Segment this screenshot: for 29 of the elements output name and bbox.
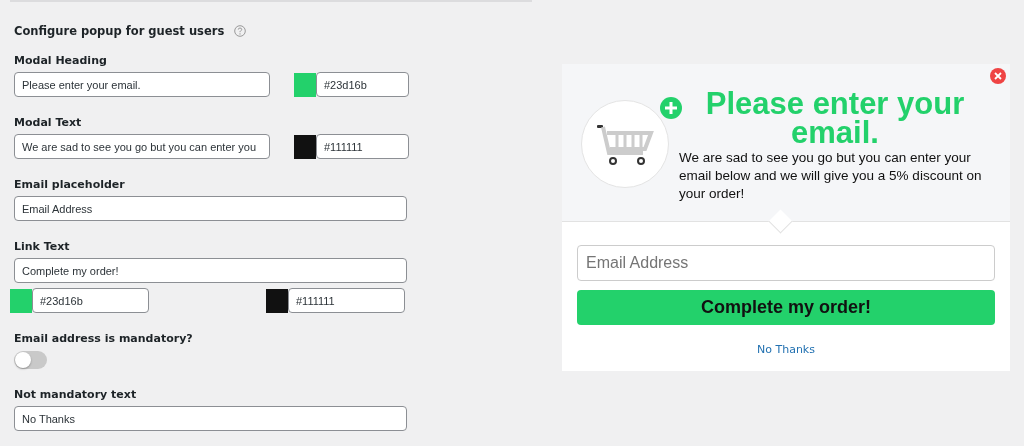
text-field[interactable]: No Thanks [14, 406, 407, 431]
color-hex-field[interactable]: #111111 [316, 134, 409, 159]
field-label: Modal Heading [14, 53, 107, 69]
close-icon[interactable] [990, 68, 1006, 84]
toggle-switch[interactable] [14, 351, 47, 369]
text-field[interactable]: We are sad to see you go but you can enter you [14, 134, 270, 159]
field-label: Not mandatory text [14, 387, 137, 403]
field-label: Modal Text [14, 115, 82, 131]
plus-icon [660, 97, 682, 119]
text-field[interactable]: Please enter your email. [14, 72, 270, 97]
complete-order-button[interactable]: Complete my order! [577, 290, 995, 325]
field-label: Link Text [14, 239, 70, 255]
color-hex-field[interactable]: #23d16b [316, 72, 409, 97]
color-swatch[interactable] [294, 134, 316, 159]
text-field[interactable]: Complete my order! [14, 258, 407, 283]
color-hex-field[interactable]: #23d16b [32, 288, 149, 313]
color-hex-field[interactable]: #111111 [288, 288, 405, 313]
field-label: Email address is mandatory? [14, 331, 193, 347]
text-field[interactable]: Email Address [14, 196, 407, 221]
field-label: Email placeholder [14, 177, 125, 193]
section-title: Configure popup for guest users [14, 24, 225, 38]
help-icon[interactable] [234, 25, 247, 37]
modal-heading: Please enter your email. [704, 89, 966, 147]
color-swatch[interactable] [10, 288, 32, 313]
email-field[interactable]: Email Address [577, 245, 995, 281]
modal-text: We are sad to see you go but you can enter your email below and we will give you a 5% discount on your order! [679, 149, 983, 203]
no-thanks-link[interactable]: No Thanks [757, 343, 815, 356]
color-swatch[interactable] [294, 72, 316, 97]
color-swatch[interactable] [266, 288, 288, 313]
